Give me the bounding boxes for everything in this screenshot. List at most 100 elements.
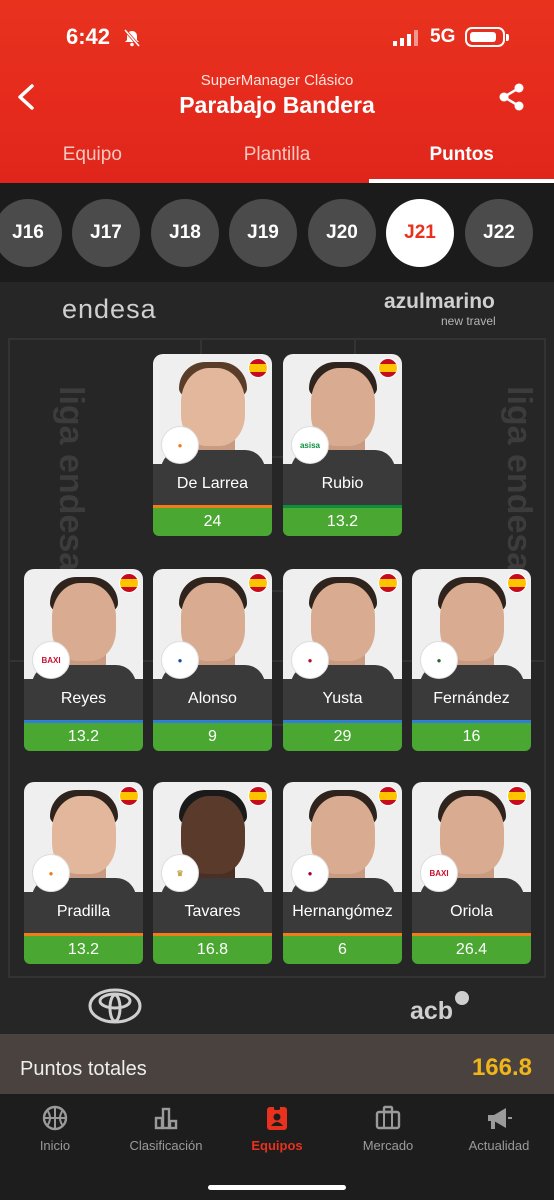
- player-card-pradilla[interactable]: ● Pradilla 13.2: [24, 782, 143, 964]
- briefcase-icon: [375, 1105, 401, 1130]
- player-points: 16.8: [153, 936, 272, 964]
- player-photo: BAXI: [412, 782, 531, 892]
- player-points: 24: [153, 508, 272, 536]
- spain-flag-icon: [507, 786, 527, 806]
- round-j17[interactable]: J17: [72, 199, 140, 267]
- valencia-logo-icon: ●: [161, 426, 199, 464]
- nav-label: Mercado: [362, 1138, 414, 1153]
- player-photo: ●: [283, 569, 402, 679]
- nav-label: Inicio: [39, 1138, 71, 1153]
- spain-flag-icon: [248, 786, 268, 806]
- totals-value: 166.8: [471, 1054, 532, 1081]
- nav-equipos[interactable]: Equipos: [222, 1104, 332, 1153]
- barca-logo-icon: ●: [291, 854, 329, 892]
- player-points: 26.4: [412, 936, 531, 964]
- round-selector: J16 J17 J18 J19 J20 J21 J22: [0, 183, 554, 282]
- player-name: Rubio: [283, 464, 402, 508]
- baxi-logo-icon: BAXI: [32, 641, 70, 679]
- nav-label: Clasificación: [129, 1138, 203, 1153]
- andorra-logo-icon: ●: [161, 641, 199, 679]
- bar-chart-icon: [154, 1107, 178, 1130]
- player-name: Reyes: [24, 679, 143, 723]
- sponsor-acb: acb: [410, 997, 454, 1025]
- player-name: Hernangómez: [283, 892, 402, 936]
- player-name: Yusta: [283, 679, 402, 723]
- spain-flag-icon: [378, 786, 398, 806]
- player-points: 16: [412, 723, 531, 751]
- share-icon[interactable]: [497, 82, 527, 112]
- nav-actualidad[interactable]: Actualidad: [444, 1104, 554, 1153]
- zaragoza-logo-icon: ●: [291, 641, 329, 679]
- player-points: 13.2: [24, 936, 143, 964]
- tab-equipo[interactable]: Equipo: [0, 138, 185, 183]
- status-bar: 6:42 5G: [0, 22, 554, 54]
- real-madrid-logo-icon: ♛: [161, 854, 199, 892]
- player-photo: ●: [153, 354, 272, 464]
- baxi-logo-icon: BAXI: [420, 854, 458, 892]
- player-photo: BAXI: [24, 569, 143, 679]
- player-points: 13.2: [24, 723, 143, 751]
- liga-endesa-watermark-right: liga endesa: [500, 386, 538, 572]
- totals-bar: Puntos totales 166.8: [0, 1034, 554, 1094]
- signal-icon: [393, 30, 418, 46]
- nav-label: Actualidad: [468, 1138, 530, 1153]
- nav-label: Equipos: [251, 1138, 303, 1153]
- player-photo: ●: [153, 569, 272, 679]
- nav-inicio[interactable]: Inicio: [0, 1104, 110, 1153]
- player-points: 29: [283, 723, 402, 751]
- network-type: 5G: [430, 26, 456, 47]
- player-points: 13.2: [283, 508, 402, 536]
- tab-puntos[interactable]: Puntos: [369, 138, 554, 183]
- player-card-hernangomez[interactable]: ● Hernangómez 6: [283, 782, 402, 964]
- home-indicator: [208, 1185, 346, 1190]
- spain-flag-icon: [119, 786, 139, 806]
- player-name: Oriola: [412, 892, 531, 936]
- round-j22[interactable]: J22: [465, 199, 533, 267]
- player-points: 6: [283, 936, 402, 964]
- nav-mercado[interactable]: Mercado: [333, 1104, 443, 1153]
- bell-muted-icon: [123, 29, 141, 47]
- tab-plantilla[interactable]: Plantilla: [185, 138, 370, 183]
- sponsor-endesa: endesa: [62, 294, 157, 324]
- round-j16[interactable]: J16: [0, 199, 62, 267]
- court: endesa azulmarino new travel liga endesa…: [0, 282, 554, 1034]
- spain-flag-icon: [378, 358, 398, 378]
- sponsor-azulmarino: azulmarino: [384, 290, 495, 313]
- sponsor-new-travel: new travel: [441, 314, 496, 328]
- round-j21[interactable]: J21: [386, 199, 454, 267]
- spain-flag-icon: [248, 573, 268, 593]
- round-j19[interactable]: J19: [229, 199, 297, 267]
- tab-bar: Equipo Plantilla Puntos: [0, 138, 554, 183]
- player-card-tavares[interactable]: ♛ Tavares 16.8: [153, 782, 272, 964]
- player-name: Pradilla: [24, 892, 143, 936]
- player-name: Fernández: [412, 679, 531, 723]
- player-photo: ●: [412, 569, 531, 679]
- player-card-yusta[interactable]: ● Yusta 29: [283, 569, 402, 751]
- obradoiro-logo-icon: ●: [420, 641, 458, 679]
- toyota-logo-icon: [88, 988, 142, 1024]
- player-photo: ♛: [153, 782, 272, 892]
- round-j18[interactable]: J18: [151, 199, 219, 267]
- player-card-oriola[interactable]: BAXI Oriola 26.4: [412, 782, 531, 964]
- player-card-reyes[interactable]: BAXI Reyes 13.2: [24, 569, 143, 751]
- player-name: Alonso: [153, 679, 272, 723]
- spain-flag-icon: [507, 573, 527, 593]
- player-card-fernandez[interactable]: ● Fernández 16: [412, 569, 531, 751]
- player-card-de-larrea[interactable]: ● De Larrea 24: [153, 354, 272, 536]
- page-title: Parabajo Bandera: [179, 92, 375, 118]
- battery-icon: [465, 27, 509, 47]
- player-card-alonso[interactable]: ● Alonso 9: [153, 569, 272, 751]
- player-card-rubio[interactable]: asisa Rubio 13.2: [283, 354, 402, 536]
- totals-label: Puntos totales: [20, 1058, 147, 1080]
- player-points: 9: [153, 723, 272, 751]
- status-time: 6:42: [66, 24, 111, 49]
- player-photo: ●: [283, 782, 402, 892]
- nav-clasificacion[interactable]: Clasificación: [111, 1104, 221, 1153]
- spain-flag-icon: [119, 573, 139, 593]
- player-name: Tavares: [153, 892, 272, 936]
- joventut-logo-icon: asisa: [291, 426, 329, 464]
- round-j20[interactable]: J20: [308, 199, 376, 267]
- spain-flag-icon: [378, 573, 398, 593]
- megaphone-icon: [488, 1108, 512, 1129]
- app-header: 6:42 5G SuperManager Clásico Parabajo Ba…: [0, 0, 554, 183]
